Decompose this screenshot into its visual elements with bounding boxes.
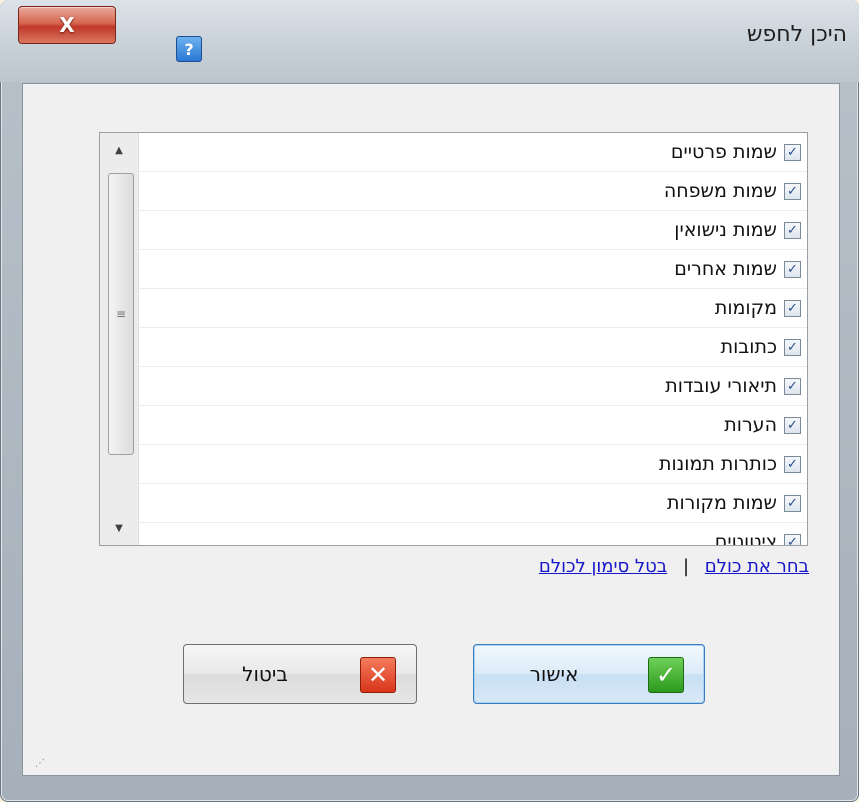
list-item[interactable]: ✓ שמות משפחה (139, 172, 807, 211)
list-item[interactable]: ✓ מקומות (139, 289, 807, 328)
checkbox[interactable]: ✓ (784, 182, 801, 200)
scroll-thumb[interactable]: ≡ (108, 173, 134, 455)
ok-button[interactable]: אישור ✓ (473, 644, 705, 704)
list-item-label: שמות אחרים (674, 258, 777, 280)
window-title: היכן לחפש (746, 22, 847, 47)
ok-button-label: אישור (529, 662, 579, 686)
list-item-label: מקומות (714, 297, 777, 319)
close-button[interactable]: X (18, 6, 116, 44)
cancel-x-icon: ✕ (360, 657, 396, 693)
dialog-content: ▲ ≡ ▼ ✓ שמות פרטיים ✓ שמות משפחה ✓ שמות … (22, 83, 840, 776)
arrow-down-icon: ▼ (115, 522, 123, 534)
checkbox[interactable]: ✓ (784, 338, 801, 356)
checkbox[interactable]: ✓ (784, 416, 801, 434)
list-item[interactable]: ✓ שמות אחרים (139, 250, 807, 289)
search-fields-list[interactable]: ▲ ≡ ▼ ✓ שמות פרטיים ✓ שמות משפחה ✓ שמות … (99, 132, 808, 546)
checkbox[interactable]: ✓ (784, 494, 801, 512)
checkbox[interactable]: ✓ (784, 221, 801, 239)
deselect-all-link[interactable]: בטל סימון לכולם (539, 556, 667, 577)
list-item-label: שמות פרטיים (670, 141, 777, 163)
list-item[interactable]: ✓ ציטוטים (139, 523, 807, 546)
checkbox[interactable]: ✓ (784, 377, 801, 395)
list-item-label: שמות נישואין (674, 219, 777, 241)
checkbox[interactable]: ✓ (784, 143, 801, 161)
list-item-label: תיאורי עובדות (665, 375, 777, 397)
list-item-label: הערות (724, 414, 777, 436)
checkmark-icon: ✓ (648, 657, 684, 693)
list-item[interactable]: ✓ הערות (139, 406, 807, 445)
list-item-label: שמות מקורות (666, 492, 777, 514)
checkbox[interactable]: ✓ (784, 455, 801, 473)
checkbox[interactable]: ✓ (784, 533, 801, 545)
list-items: ✓ שמות פרטיים ✓ שמות משפחה ✓ שמות נישואי… (139, 133, 807, 546)
list-item[interactable]: ✓ כותרות תמונות (139, 445, 807, 484)
scroll-up-button[interactable]: ▲ (100, 133, 138, 167)
list-item-label: כתובות (720, 336, 777, 358)
list-item[interactable]: ✓ כתובות (139, 328, 807, 367)
list-item[interactable]: ✓ שמות פרטיים (139, 133, 807, 172)
arrow-up-icon: ▲ (115, 144, 123, 156)
title-bar[interactable]: X ? היכן לחפש (0, 0, 859, 82)
link-separator: | (682, 556, 690, 577)
resize-grip-icon[interactable]: ⋰ (35, 758, 46, 769)
list-item[interactable]: ✓ שמות נישואין (139, 211, 807, 250)
grip-icon: ≡ (115, 307, 127, 321)
dialog-window: X ? היכן לחפש ▲ ≡ ▼ ✓ שמות פרטיים ✓ שמות… (0, 0, 859, 802)
help-button[interactable]: ? (176, 36, 202, 62)
list-item-label: שמות משפחה (663, 180, 777, 202)
vertical-scrollbar[interactable]: ▲ ≡ ▼ (100, 133, 139, 545)
list-item[interactable]: ✓ תיאורי עובדות (139, 367, 807, 406)
cancel-button-label: ביטול (242, 662, 288, 686)
scroll-down-button[interactable]: ▼ (100, 511, 138, 545)
checkbox[interactable]: ✓ (784, 299, 801, 317)
selection-links: בחר את כולם | בטל סימון לכולם (539, 556, 809, 577)
help-icon: ? (184, 39, 194, 59)
list-item-label: כותרות תמונות (659, 453, 777, 475)
select-all-link[interactable]: בחר את כולם (705, 556, 809, 577)
close-icon: X (59, 13, 75, 37)
list-item[interactable]: ✓ שמות מקורות (139, 484, 807, 523)
cancel-button[interactable]: ביטול ✕ (183, 644, 417, 704)
checkbox[interactable]: ✓ (784, 260, 801, 278)
list-item-label: ציטוטים (714, 531, 777, 546)
